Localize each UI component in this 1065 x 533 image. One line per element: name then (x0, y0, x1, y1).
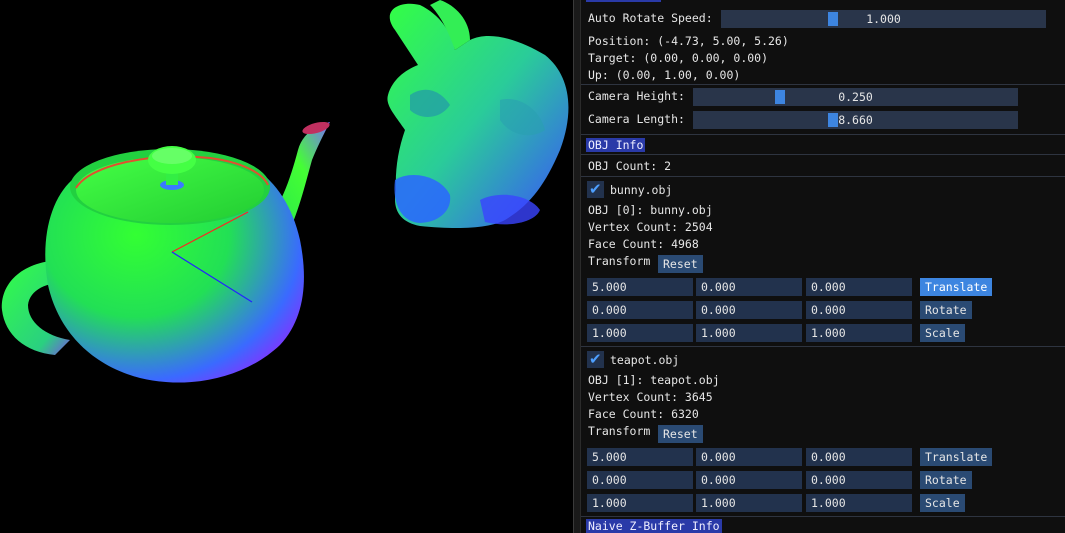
checkmark-icon: ✔ (589, 180, 602, 198)
bunny-face-count: Face Count: 4968 (588, 237, 699, 251)
camera-length-label: Camera Length: (588, 112, 685, 126)
teapot-reset-button[interactable]: Reset (658, 425, 703, 443)
separator (581, 154, 1065, 155)
teapot-rotate-z-field[interactable]: 0.000 (806, 471, 912, 489)
bunny-translate-x-field[interactable]: 5.000 (587, 278, 693, 296)
auto-rotate-label: Auto Rotate Speed: (588, 11, 713, 25)
teapot-scale-button[interactable]: Scale (920, 494, 965, 512)
teapot-object-title: OBJ [1]: teapot.obj (588, 373, 720, 387)
separator (581, 516, 1065, 517)
bunny-object-name: bunny.obj (610, 183, 673, 197)
control-panel: Auto Rotate Speed: 1.000 Position: (-4.7… (581, 0, 1065, 533)
teapot-rotate-button[interactable]: Rotate (920, 471, 972, 489)
teapot-face-count: Face Count: 6320 (588, 407, 699, 421)
auto-rotate-slider[interactable]: 1.000 (721, 10, 1046, 28)
bunny-translate-y-field[interactable]: 0.000 (696, 278, 802, 296)
teapot-rotate-y-field[interactable]: 0.000 (696, 471, 802, 489)
teapot-translate-z-field[interactable]: 0.000 (806, 448, 912, 466)
zbuffer-info-header[interactable]: Naive Z-Buffer Info (586, 519, 722, 533)
teapot-vertex-count: Vertex Count: 3645 (588, 390, 713, 404)
bunny-scale-z-field[interactable]: 1.000 (806, 324, 912, 342)
bunny-rotate-button[interactable]: Rotate (920, 301, 972, 319)
camera-position-text: Position: (-4.73, 5.00, 5.26) (588, 34, 789, 48)
separator (581, 84, 1065, 85)
bunny-transform-label: Transform (588, 254, 651, 268)
bunny-translate-button[interactable]: Translate (920, 278, 993, 296)
teapot-translate-y-field[interactable]: 0.000 (696, 448, 802, 466)
obj-info-header[interactable]: OBJ Info (586, 138, 646, 152)
teapot-translate-button[interactable]: Translate (920, 448, 993, 466)
camera-target-text: Target: (0.00, 0.00, 0.00) (588, 51, 769, 65)
teapot-rotate-x-field[interactable]: 0.000 (587, 471, 693, 489)
collapsed-header[interactable] (586, 0, 661, 2)
teapot-scale-z-field[interactable]: 1.000 (806, 494, 912, 512)
bunny-object-title: OBJ [0]: bunny.obj (588, 203, 713, 217)
render-viewport[interactable] (0, 0, 573, 533)
bunny-model (387, 0, 569, 228)
bunny-rotate-z-field[interactable]: 0.000 (806, 301, 912, 319)
bunny-scale-x-field[interactable]: 1.000 (587, 324, 693, 342)
bunny-translate-z-field[interactable]: 0.000 (806, 278, 912, 296)
separator (581, 176, 1065, 177)
teapot-scale-x-field[interactable]: 1.000 (587, 494, 693, 512)
camera-height-slider[interactable]: 0.250 (693, 88, 1018, 106)
separator (581, 134, 1065, 135)
bunny-rotate-y-field[interactable]: 0.000 (696, 301, 802, 319)
panel-splitter[interactable] (573, 0, 581, 533)
teapot-translate-x-field[interactable]: 5.000 (587, 448, 693, 466)
slider-value: 8.660 (838, 113, 873, 127)
bunny-rotate-x-field[interactable]: 0.000 (587, 301, 693, 319)
slider-value: 0.250 (838, 90, 873, 104)
checkmark-icon: ✔ (589, 350, 602, 368)
slider-value: 1.000 (866, 12, 901, 26)
obj-count-text: OBJ Count: 2 (588, 159, 672, 173)
camera-height-label: Camera Height: (588, 89, 685, 103)
teapot-object-name: teapot.obj (610, 353, 680, 367)
camera-length-slider[interactable]: 8.660 (693, 111, 1018, 129)
teapot-transform-label: Transform (588, 424, 651, 438)
bunny-scale-button[interactable]: Scale (920, 324, 965, 342)
scene-canvas (1, 0, 569, 383)
teapot-visible-checkbox[interactable]: ✔ (587, 350, 604, 368)
bunny-scale-y-field[interactable]: 1.000 (696, 324, 802, 342)
teapot-scale-y-field[interactable]: 1.000 (696, 494, 802, 512)
separator (581, 346, 1065, 347)
camera-up-text: Up: (0.00, 1.00, 0.00) (588, 68, 741, 82)
bunny-vertex-count: Vertex Count: 2504 (588, 220, 713, 234)
bunny-reset-button[interactable]: Reset (658, 255, 703, 273)
bunny-visible-checkbox[interactable]: ✔ (587, 180, 604, 198)
